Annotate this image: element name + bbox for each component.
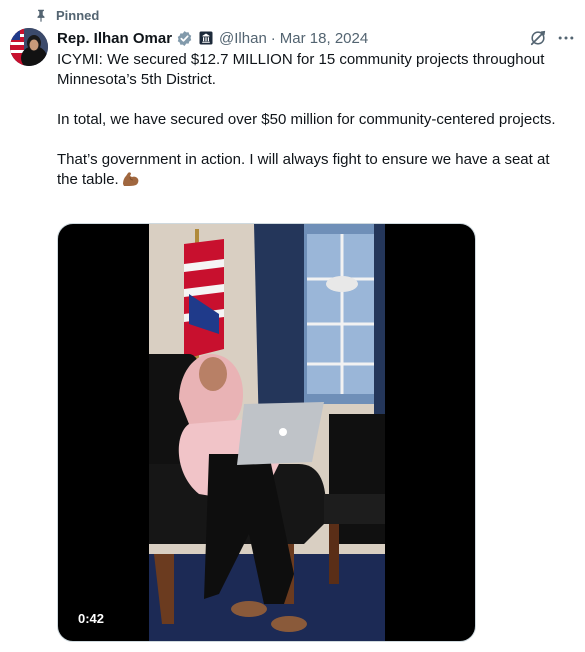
tweet-paragraph: ICYMI: We secured $12.7 MILLION for 15 c… xyxy=(57,51,545,88)
pinned-label: Pinned xyxy=(56,7,100,23)
video-thumbnail xyxy=(149,224,385,641)
avatar-image xyxy=(10,28,48,66)
separator-dot: · xyxy=(270,29,276,47)
handle[interactable]: @Ilhan xyxy=(219,30,267,47)
gov-badge-icon[interactable] xyxy=(199,31,213,45)
tweet-article[interactable]: Pinned Rep. Ilhan Omar @Ilhan · Mar 18, … xyxy=(0,0,585,652)
tweet-paragraph-last: That’s government in action. I will alwa… xyxy=(57,150,567,190)
tweet-paragraph: In total, we have secured over $50 milli… xyxy=(57,111,556,128)
video-duration: 0:42 xyxy=(78,611,105,626)
avatar[interactable] xyxy=(10,28,48,66)
verified-icon[interactable] xyxy=(176,30,193,47)
tweet-header: Rep. Ilhan Omar @Ilhan · Mar 18, 2024 xyxy=(57,28,368,48)
timestamp[interactable]: Mar 18, 2024 xyxy=(280,30,368,47)
tweet-text: ICYMI: We secured $12.7 MILLION for 15 c… xyxy=(57,50,567,190)
grok-icon[interactable] xyxy=(528,28,548,48)
flexed-biceps-icon xyxy=(122,172,139,186)
display-name[interactable]: Rep. Ilhan Omar xyxy=(57,30,172,47)
pinned-indicator: Pinned xyxy=(34,6,99,24)
video-player[interactable]: 0:42 xyxy=(57,223,476,642)
pin-icon xyxy=(37,9,45,22)
more-icon[interactable] xyxy=(556,28,576,48)
